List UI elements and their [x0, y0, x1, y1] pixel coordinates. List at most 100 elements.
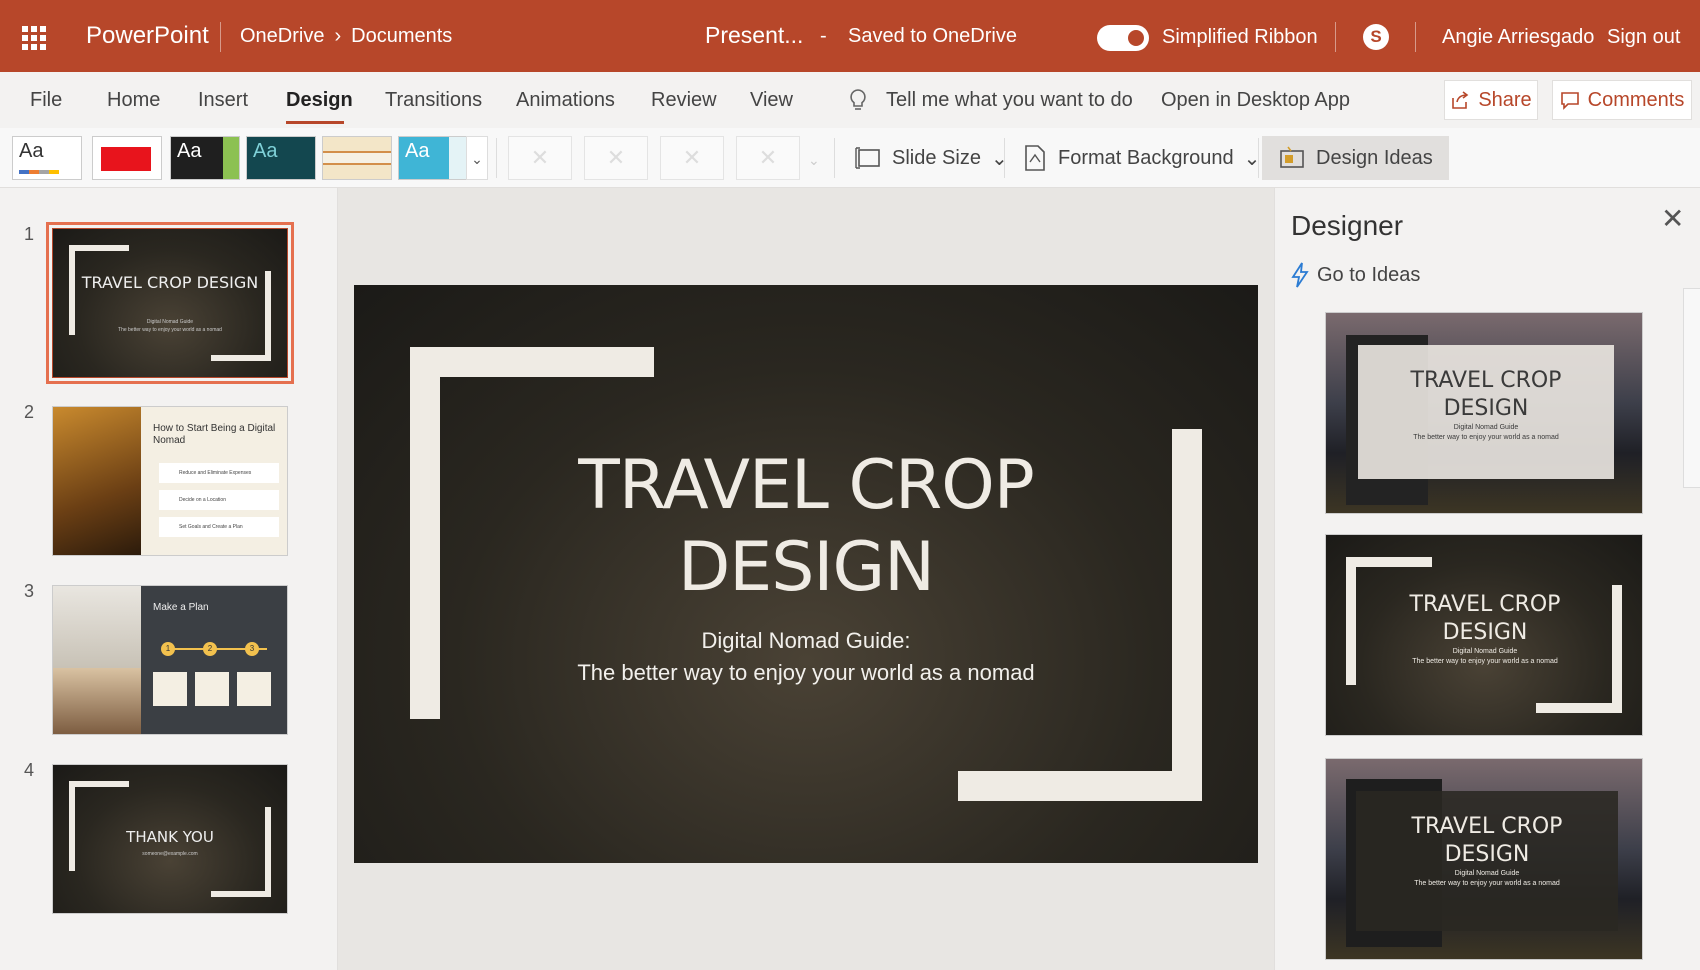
thumbnail-photo	[53, 407, 141, 555]
comments-button[interactable]: Comments	[1552, 80, 1692, 120]
format-background-button[interactable]: Format Background ⌄	[1022, 136, 1260, 180]
thumbnail-title: THANK YOU	[126, 828, 214, 846]
thumbnail-card	[153, 672, 187, 706]
slide-size-button[interactable]: Slide Size ⌄	[854, 136, 1008, 180]
theme-swatch	[323, 151, 391, 165]
slide-thumbnail-3[interactable]: Make a Plan 1 2 3	[52, 585, 288, 735]
theme-dark[interactable]: Aa	[170, 136, 240, 180]
theme-cream[interactable]	[322, 136, 392, 180]
slide-subtitle[interactable]: Digital Nomad Guide: The better way to e…	[354, 625, 1258, 689]
thumbnail-title: How to Start Being a Digital Nomad	[153, 423, 276, 446]
idea-title-line-1: TRAVEL CROP	[1411, 814, 1563, 839]
lightning-icon	[1291, 262, 1309, 288]
divider	[496, 138, 497, 178]
share-button[interactable]: Share	[1444, 80, 1538, 120]
design-idea-1[interactable]: TRAVEL CROP DESIGN Digital Nomad Guide T…	[1325, 312, 1643, 514]
theme-label: Aa	[405, 140, 430, 162]
idea-text-panel: TRAVEL CROP DESIGN Digital Nomad Guide T…	[1326, 591, 1642, 667]
breadcrumb-onedrive[interactable]: OneDrive	[240, 25, 324, 48]
theme-teal[interactable]: Aa	[246, 136, 316, 180]
chevron-down-icon: ⌄	[990, 147, 1008, 170]
thumbnail-step: 3	[245, 642, 259, 656]
comment-icon	[1560, 92, 1579, 110]
thumbnail-step: 2	[203, 642, 217, 656]
menu-tabs: File Home Insert Design Transitions Anim…	[0, 72, 1700, 128]
slide-thumbnail-2[interactable]: How to Start Being a Digital Nomad Reduc…	[52, 406, 288, 556]
slide-number: 2	[24, 402, 35, 422]
thumbnail-card	[237, 672, 271, 706]
idea-title-line-2: DESIGN	[1444, 842, 1530, 867]
tab-file[interactable]: File	[30, 89, 62, 112]
designer-pane: Designer ✕ Go to Ideas TRAVEL CROP DESIG…	[1274, 188, 1700, 970]
close-icon[interactable]: ✕	[1661, 202, 1684, 235]
theme-red[interactable]	[92, 136, 162, 180]
lightbulb-icon	[850, 89, 866, 110]
format-background-label: Format Background	[1058, 146, 1234, 169]
themes-more-chevron-icon[interactable]: ⌄	[466, 136, 488, 180]
thumbnail-step: 1	[161, 642, 175, 656]
app-name[interactable]: PowerPoint	[86, 22, 209, 50]
theme-label: Aa	[177, 140, 202, 162]
idea-subtitle-line-1: Digital Nomad Guide	[1452, 648, 1518, 655]
slide-title-line-2: DESIGN	[677, 528, 935, 607]
theme-swatch	[223, 137, 239, 179]
designer-title: Designer	[1291, 210, 1404, 241]
slide-title-line-1: TRAVEL CROP	[578, 446, 1034, 525]
slide-subtitle-line-1: Digital Nomad Guide:	[701, 628, 911, 653]
idea-text-panel: TRAVEL CROP DESIGN Digital Nomad Guide T…	[1358, 345, 1614, 479]
idea-subtitle-line-1: Digital Nomad Guide	[1453, 424, 1519, 431]
document-title[interactable]: Present...	[705, 22, 803, 49]
theme-office[interactable]: Aa	[12, 136, 82, 180]
slide-thumbnail-4[interactable]: THANK YOU someone@example.com	[52, 764, 288, 914]
share-label: Share	[1478, 88, 1532, 111]
theme-swatch	[101, 147, 151, 171]
thumbnail-photo	[53, 668, 141, 734]
tell-me-search[interactable]: Tell me what you want to do	[886, 89, 1133, 112]
current-slide[interactable]: TRAVEL CROP DESIGN Digital Nomad Guide: …	[354, 285, 1258, 863]
simplified-ribbon-toggle[interactable]	[1097, 25, 1149, 51]
open-in-desktop-app[interactable]: Open in Desktop App	[1161, 89, 1350, 112]
comments-label: Comments	[1587, 88, 1685, 111]
thumbnail-list-item: Set Goals and Create a Plan	[159, 517, 279, 537]
divider	[1335, 22, 1336, 52]
slide-thumbnail-1[interactable]: TRAVEL CROP DESIGN Digital Nomad Guide T…	[46, 222, 294, 384]
design-ideas-label: Design Ideas	[1316, 146, 1433, 169]
design-ideas-button[interactable]: Design Ideas	[1262, 136, 1449, 180]
design-idea-3[interactable]: TRAVEL CROP DESIGN Digital Nomad Guide T…	[1325, 758, 1643, 960]
pane-scrollbar[interactable]	[1683, 288, 1700, 488]
thumbnail-photo	[53, 586, 141, 668]
tab-design[interactable]: Design	[286, 89, 353, 112]
thumbnail-card	[195, 672, 229, 706]
variant-placeholder-3: ✕	[660, 136, 724, 180]
breadcrumb-separator: ›	[334, 25, 342, 47]
tab-home[interactable]: Home	[107, 89, 160, 112]
design-idea-2[interactable]: TRAVEL CROP DESIGN Digital Nomad Guide T…	[1325, 534, 1643, 736]
tab-transitions[interactable]: Transitions	[385, 89, 482, 112]
save-status: Saved to OneDrive	[848, 25, 1017, 47]
idea-subtitle-line-2: The better way to enjoy your world as a …	[1414, 880, 1560, 887]
divider	[1004, 138, 1005, 178]
breadcrumb-documents[interactable]: Documents	[351, 25, 452, 48]
go-to-ideas-link[interactable]: Go to Ideas	[1291, 262, 1420, 288]
tab-view[interactable]: View	[750, 89, 793, 112]
tab-review[interactable]: Review	[651, 89, 717, 112]
variant-placeholder-2: ✕	[584, 136, 648, 180]
sign-out-link[interactable]: Sign out	[1607, 26, 1680, 49]
slide-title[interactable]: TRAVEL CROP DESIGN	[354, 445, 1258, 609]
title-bar: PowerPoint OneDrive › Documents Present.…	[0, 0, 1700, 72]
user-name[interactable]: Angie Arriesgado	[1442, 26, 1594, 49]
tab-animations[interactable]: Animations	[516, 89, 615, 112]
idea-title-line-2: DESIGN	[1442, 620, 1528, 645]
thumbnail-list-item: Decide on a Location	[159, 490, 279, 510]
theme-blue[interactable]: Aa	[398, 136, 468, 180]
app-launcher-icon[interactable]	[22, 26, 46, 50]
thumbnail-title: Make a Plan	[153, 602, 209, 613]
breadcrumb: OneDrive › Documents	[240, 25, 452, 48]
tab-insert[interactable]: Insert	[198, 89, 248, 112]
variants-chevron-icon: ⌄	[808, 152, 820, 168]
title-dash: -	[820, 25, 827, 47]
skype-icon[interactable]: S	[1363, 24, 1389, 50]
simplified-ribbon-label: Simplified Ribbon	[1162, 26, 1318, 48]
thumbnail-subtitle: The better way to enjoy your world as a …	[118, 327, 222, 333]
idea-subtitle-line-2: The better way to enjoy your world as a …	[1413, 434, 1559, 441]
